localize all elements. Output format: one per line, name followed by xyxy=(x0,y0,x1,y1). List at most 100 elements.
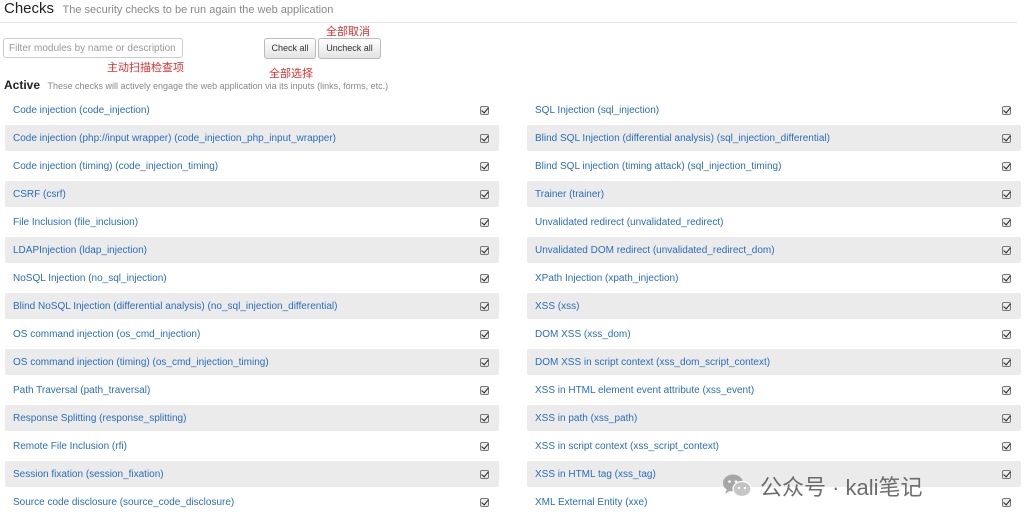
check-row[interactable]: Remote File Inclusion (rfi) xyxy=(5,433,499,459)
check-row[interactable]: XSS (xss) xyxy=(527,293,1021,319)
check-checkbox[interactable] xyxy=(1002,441,1011,451)
check-label[interactable]: XPath Injection (xpath_injection) xyxy=(535,273,678,284)
check-checkbox[interactable] xyxy=(480,273,489,283)
check-label[interactable]: XML External Entity (xxe) xyxy=(535,497,647,508)
check-label[interactable]: Trainer (trainer) xyxy=(535,189,604,200)
check-checkbox[interactable] xyxy=(480,301,489,311)
check-checkbox[interactable] xyxy=(480,357,489,367)
check-checkbox[interactable] xyxy=(480,133,489,143)
check-checkbox[interactable] xyxy=(480,105,489,115)
check-label[interactable]: XSS in script context (xss_script_contex… xyxy=(535,441,719,452)
check-row[interactable]: Blind SQL injection (timing attack) (sql… xyxy=(527,153,1021,179)
check-row[interactable]: XSS in HTML element event attribute (xss… xyxy=(527,377,1021,403)
check-label[interactable]: Blind SQL Injection (differential analys… xyxy=(535,133,830,144)
check-row[interactable]: OS command injection (timing) (os_cmd_in… xyxy=(5,349,499,375)
check-row[interactable]: XSS in path (xss_path) xyxy=(527,405,1021,431)
check-label[interactable]: OS command injection (timing) (os_cmd_in… xyxy=(13,357,269,368)
wechat-icon xyxy=(723,474,752,498)
watermark-text: 公众号 · kali笔记 xyxy=(760,475,923,500)
check-row[interactable]: Code injection (php://input wrapper) (co… xyxy=(5,125,499,151)
check-label[interactable]: Code injection (php://input wrapper) (co… xyxy=(13,133,336,144)
check-checkbox[interactable] xyxy=(1002,245,1011,255)
filter-modules-input[interactable] xyxy=(3,38,183,58)
check-checkbox[interactable] xyxy=(1002,385,1011,395)
check-row[interactable]: Trainer (trainer) xyxy=(527,181,1021,207)
check-label[interactable]: Session fixation (session_fixation) xyxy=(13,469,164,480)
check-label[interactable]: Blind SQL injection (timing attack) (sql… xyxy=(535,161,781,172)
check-checkbox[interactable] xyxy=(1002,161,1011,171)
check-checkbox[interactable] xyxy=(1002,133,1011,143)
check-row[interactable]: Response Splitting (response_splitting) xyxy=(5,405,499,431)
check-label[interactable]: Code injection (timing) (code_injection_… xyxy=(13,161,218,172)
check-label[interactable]: XSS (xss) xyxy=(535,301,579,312)
check-row[interactable]: Session fixation (session_fixation) xyxy=(5,461,499,487)
check-label[interactable]: Unvalidated redirect (unvalidated_redire… xyxy=(535,217,723,228)
check-row[interactable]: Blind NoSQL Injection (differential anal… xyxy=(5,293,499,319)
check-label[interactable]: XSS in path (xss_path) xyxy=(535,413,637,424)
check-row[interactable]: CSRF (csrf) xyxy=(5,181,499,207)
check-label[interactable]: CSRF (csrf) xyxy=(13,189,66,200)
check-row[interactable]: Path Traversal (path_traversal) xyxy=(5,377,499,403)
check-label[interactable]: Response Splitting (response_splitting) xyxy=(13,413,186,424)
check-checkbox[interactable] xyxy=(1002,105,1011,115)
check-checkbox[interactable] xyxy=(480,189,489,199)
check-label[interactable]: NoSQL Injection (no_sql_injection) xyxy=(13,273,167,284)
check-label[interactable]: DOM XSS (xss_dom) xyxy=(535,329,631,340)
check-checkbox[interactable] xyxy=(480,413,489,423)
check-checkbox[interactable] xyxy=(1002,189,1011,199)
check-checkbox[interactable] xyxy=(480,329,489,339)
check-label[interactable]: OS command injection (os_cmd_injection) xyxy=(13,329,200,340)
check-label[interactable]: LDAPInjection (ldap_injection) xyxy=(13,245,147,256)
check-checkbox[interactable] xyxy=(1002,357,1011,367)
check-checkbox[interactable] xyxy=(480,161,489,171)
uncheck-all-button[interactable]: Uncheck all xyxy=(318,38,381,59)
checks-column-right: SQL Injection (sql_injection) Blind SQL I… xyxy=(527,97,1021,517)
check-checkbox[interactable] xyxy=(480,497,489,507)
check-checkbox[interactable] xyxy=(1002,217,1011,227)
check-label[interactable]: Blind NoSQL Injection (differential anal… xyxy=(13,301,337,312)
check-label[interactable]: Remote File Inclusion (rfi) xyxy=(13,441,127,452)
check-row[interactable]: SQL Injection (sql_injection) xyxy=(527,97,1021,123)
active-subtitle: These checks will actively engage the we… xyxy=(47,81,389,91)
check-row[interactable]: XPath Injection (xpath_injection) xyxy=(527,265,1021,291)
check-checkbox[interactable] xyxy=(480,469,489,479)
check-row[interactable]: NoSQL Injection (no_sql_injection) xyxy=(5,265,499,291)
check-row[interactable]: Code injection (code_injection) xyxy=(5,97,499,123)
check-checkbox[interactable] xyxy=(480,217,489,227)
check-all-button[interactable]: Check all xyxy=(264,38,316,59)
check-row[interactable]: Unvalidated DOM redirect (unvalidated_re… xyxy=(527,237,1021,263)
check-checkbox[interactable] xyxy=(1002,469,1011,479)
check-label[interactable]: Code injection (code_injection) xyxy=(13,105,150,116)
check-row[interactable]: LDAPInjection (ldap_injection) xyxy=(5,237,499,263)
checks-column-left: Code injection (code_injection) Code inje… xyxy=(5,97,499,517)
check-row[interactable]: DOM XSS in script context (xss_dom_scrip… xyxy=(527,349,1021,375)
check-label[interactable]: File Inclusion (file_inclusion) xyxy=(13,217,138,228)
check-checkbox[interactable] xyxy=(1002,497,1011,507)
check-row[interactable]: Unvalidated redirect (unvalidated_redire… xyxy=(527,209,1021,235)
check-label[interactable]: Unvalidated DOM redirect (unvalidated_re… xyxy=(535,245,775,256)
check-label[interactable]: SQL Injection (sql_injection) xyxy=(535,105,659,116)
page-subtitle: The security checks to be run again the … xyxy=(62,4,334,16)
check-label[interactable]: DOM XSS in script context (xss_dom_scrip… xyxy=(535,357,770,368)
check-row[interactable]: Source code disclosure (source_code_disc… xyxy=(5,489,499,515)
check-label[interactable]: XSS in HTML tag (xss_tag) xyxy=(535,469,656,480)
check-row[interactable]: OS command injection (os_cmd_injection) xyxy=(5,321,499,347)
page-title: Checks xyxy=(4,0,55,17)
check-row[interactable]: DOM XSS (xss_dom) xyxy=(527,321,1021,347)
check-checkbox[interactable] xyxy=(1002,413,1011,423)
check-label[interactable]: Source code disclosure (source_code_disc… xyxy=(13,497,234,508)
check-checkbox[interactable] xyxy=(1002,329,1011,339)
check-checkbox[interactable] xyxy=(480,245,489,255)
check-checkbox[interactable] xyxy=(480,385,489,395)
check-label[interactable]: Path Traversal (path_traversal) xyxy=(13,385,150,396)
active-section-header: Active These checks will actively engage… xyxy=(4,76,388,94)
annotation-uncheck-all: 全部取消 xyxy=(326,26,370,38)
check-row[interactable]: XSS in script context (xss_script_contex… xyxy=(527,433,1021,459)
check-row[interactable]: File Inclusion (file_inclusion) xyxy=(5,209,499,235)
check-checkbox[interactable] xyxy=(1002,273,1011,283)
check-label[interactable]: XSS in HTML element event attribute (xss… xyxy=(535,385,754,396)
check-checkbox[interactable] xyxy=(1002,301,1011,311)
check-row[interactable]: Code injection (timing) (code_injection_… xyxy=(5,153,499,179)
check-row[interactable]: Blind SQL Injection (differential analys… xyxy=(527,125,1021,151)
check-checkbox[interactable] xyxy=(480,441,489,451)
